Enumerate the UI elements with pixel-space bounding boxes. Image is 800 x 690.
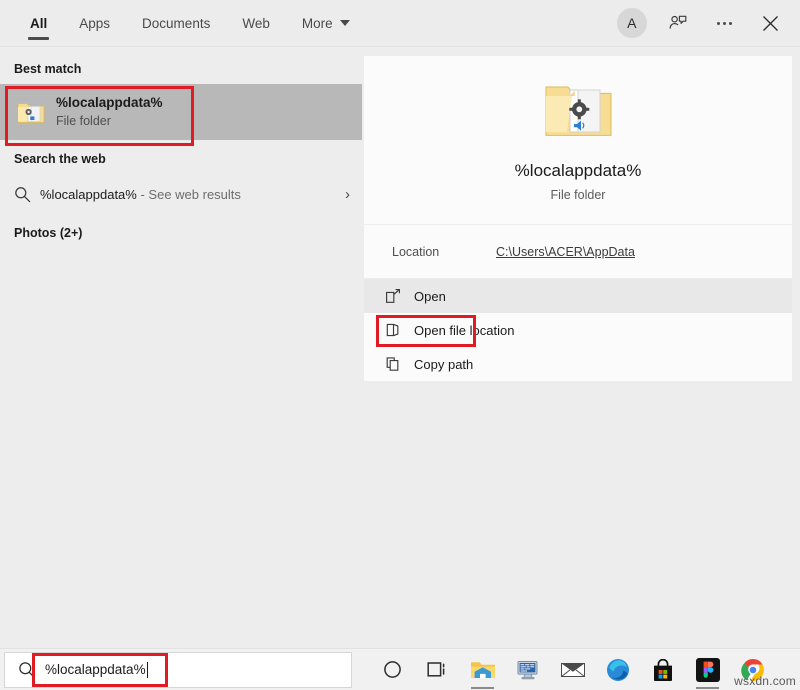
tab-documents-label: Documents	[142, 16, 210, 31]
account-button[interactable]: A	[610, 0, 654, 46]
search-the-web-heading: Search the web	[0, 140, 362, 174]
tab-all-label: All	[30, 16, 47, 31]
taskbar-item-task-view[interactable]	[415, 649, 460, 690]
tab-more[interactable]: More	[286, 0, 366, 46]
preview-title: %localappdata%	[515, 161, 642, 181]
chevron-right-icon: ›	[345, 186, 350, 203]
taskbar-item-cortana[interactable]	[370, 649, 415, 690]
search-icon	[15, 661, 39, 679]
search-input-wrapper: %localappdata%	[45, 662, 148, 678]
best-match-subtitle: File folder	[56, 113, 163, 130]
open-external-icon	[378, 288, 408, 304]
search-input[interactable]: %localappdata%	[45, 662, 146, 677]
web-result-label: %localappdata% - See web results	[40, 187, 345, 202]
taskbar-item-microsoft-store[interactable]	[640, 649, 685, 690]
close-button[interactable]	[748, 0, 792, 46]
tab-web[interactable]: Web	[226, 0, 286, 46]
chevron-down-icon	[340, 20, 350, 26]
text-cursor	[147, 662, 148, 678]
header-spacer	[366, 0, 610, 46]
taskbar-item-figma[interactable]	[685, 649, 730, 690]
location-row: Location C:\Users\ACER\AppData	[364, 225, 792, 279]
avatar: A	[617, 8, 647, 38]
tab-all[interactable]: All	[14, 0, 63, 46]
web-result-suffix: - See web results	[137, 187, 241, 202]
windows-search-flyout: All Apps Documents Web More	[0, 0, 800, 648]
copy-icon	[378, 356, 408, 372]
task-view-icon	[427, 660, 449, 679]
feedback-person-icon	[668, 13, 688, 33]
taskbar-item-edge[interactable]	[595, 649, 640, 690]
action-copy-path[interactable]: Copy path	[364, 347, 792, 381]
microsoft-store-icon	[652, 659, 674, 681]
edge-icon	[606, 658, 630, 682]
search-icon	[14, 186, 40, 203]
action-open[interactable]: Open	[364, 279, 792, 313]
tab-documents[interactable]: Documents	[126, 0, 226, 46]
action-open-label: Open	[414, 289, 446, 304]
more-options-button[interactable]	[702, 0, 746, 46]
folder-settings-icon	[14, 98, 48, 126]
taskbar-search-box[interactable]: %localappdata%	[4, 652, 352, 688]
photos-heading: Photos (2+)	[0, 214, 362, 248]
tab-more-label: More	[302, 16, 333, 31]
preview-hero: %localappdata% File folder	[364, 56, 792, 225]
folder-outline-icon	[378, 322, 408, 338]
feedback-button[interactable]	[656, 0, 700, 46]
action-copy-path-label: Copy path	[414, 357, 473, 372]
search-filter-tabs: All Apps Documents Web More	[0, 0, 366, 46]
taskbar-item-mail[interactable]	[550, 649, 595, 690]
file-explorer-icon	[470, 659, 496, 681]
tab-apps[interactable]: Apps	[63, 0, 126, 46]
preview-subtitle: File folder	[551, 188, 606, 202]
search-body: Best match	[0, 47, 800, 648]
watermark: wsxdn.com	[734, 674, 796, 688]
best-match-heading: Best match	[0, 56, 362, 84]
figma-icon	[696, 658, 720, 682]
avatar-initial: A	[627, 15, 637, 31]
preview-card: %localappdata% File folder Location C:\U…	[364, 56, 792, 381]
taskbar: %localappdata%	[0, 648, 800, 690]
taskbar-item-remote-desktop[interactable]	[505, 649, 550, 690]
folder-settings-large-icon	[541, 76, 615, 147]
preview-column: %localappdata% File folder Location C:\U…	[362, 47, 800, 648]
location-value-link[interactable]: C:\Users\ACER\AppData	[496, 245, 635, 259]
taskbar-item-file-explorer[interactable]	[460, 649, 505, 690]
web-result-query: %localappdata%	[40, 187, 137, 202]
best-match-title: %localappdata%	[56, 94, 163, 111]
location-label: Location	[392, 245, 496, 259]
header-actions: A	[610, 0, 800, 46]
mail-icon	[560, 660, 586, 680]
ellipsis-icon	[717, 22, 732, 25]
best-match-text: %localappdata% File folder	[56, 94, 163, 130]
best-match-result[interactable]: %localappdata% File folder	[0, 84, 362, 140]
action-open-file-location-label: Open file location	[414, 323, 514, 338]
cortana-icon	[383, 660, 402, 679]
tab-apps-label: Apps	[79, 16, 110, 31]
action-open-file-location[interactable]: Open file location	[364, 313, 792, 347]
tab-web-label: Web	[242, 16, 270, 31]
web-result-row[interactable]: %localappdata% - See web results ›	[0, 174, 362, 214]
screen: All Apps Documents Web More	[0, 0, 800, 690]
remote-desktop-icon	[515, 659, 541, 681]
close-icon	[762, 15, 779, 32]
taskbar-icons	[370, 649, 775, 690]
results-column: Best match	[0, 47, 362, 648]
search-header: All Apps Documents Web More	[0, 0, 800, 47]
